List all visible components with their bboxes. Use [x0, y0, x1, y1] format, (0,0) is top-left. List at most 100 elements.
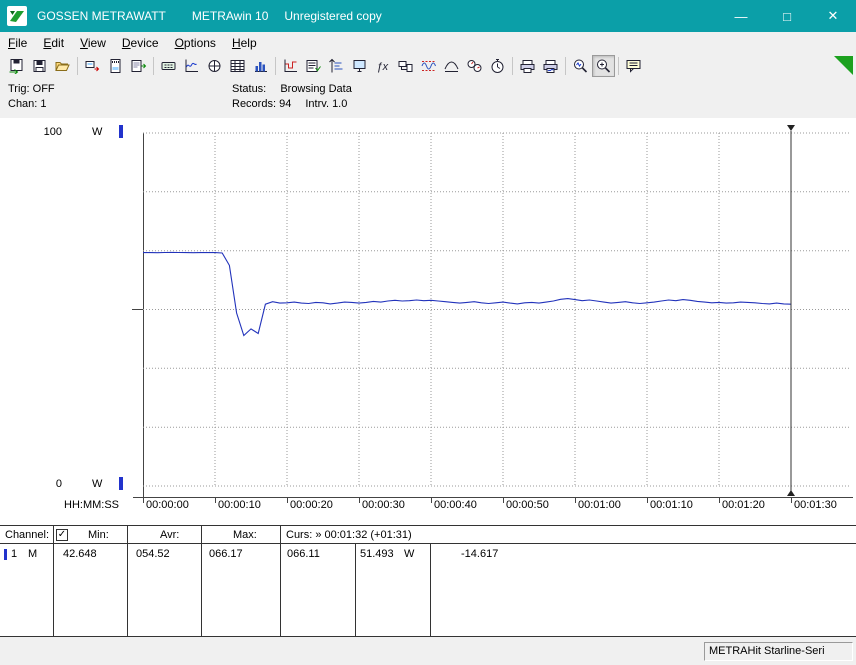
row-avr-value: 054.52 — [136, 548, 170, 560]
records-count: Records: 94 — [232, 98, 292, 110]
print-chart-button[interactable] — [539, 55, 562, 77]
comment-note-button[interactable] — [622, 55, 645, 77]
x-axis-tick — [143, 497, 144, 503]
maximize-icon: □ — [783, 8, 791, 24]
x-tick-label: 00:01:00 — [578, 499, 621, 511]
waveform-limits-button[interactable] — [417, 55, 440, 77]
x-axis-tick — [503, 497, 504, 503]
trigger-status: Trig: OFF — [8, 83, 55, 95]
channel-status: Chan: 1 — [8, 98, 47, 110]
save-icon — [33, 60, 46, 72]
row-max-value: 066.17 — [209, 548, 243, 560]
statusbar: METRAHit Starline-Seri — [0, 638, 856, 665]
print-icon — [520, 60, 535, 73]
scale-settings-button[interactable] — [325, 55, 348, 77]
formula-function-button[interactable]: ƒx — [371, 55, 394, 77]
menu-view[interactable]: View — [72, 34, 114, 52]
analog-meter-icon — [208, 60, 221, 72]
pc-transfer-button[interactable] — [394, 55, 417, 77]
window-controls: — □ ✕ — [718, 0, 856, 32]
memory-card-button[interactable] — [104, 55, 127, 77]
stopwatch-interval-button[interactable] — [486, 55, 509, 77]
x-axis-tick — [575, 497, 576, 503]
x-tick-label: 00:01:20 — [722, 499, 765, 511]
data-table-button[interactable] — [226, 55, 249, 77]
toolbar-separator — [615, 56, 622, 76]
monitor-view-button[interactable] — [348, 55, 371, 77]
data-table-icon — [230, 60, 245, 72]
x-tick-label: 00:00:10 — [218, 499, 261, 511]
title-license-note: Unregistered copy — [284, 9, 382, 23]
x-axis-tick — [647, 497, 648, 503]
envelope-curve-button[interactable] — [440, 55, 463, 77]
x-axis-tick — [431, 497, 432, 503]
header-avr: Avr: — [160, 529, 180, 541]
status-label: Status: — [232, 83, 267, 95]
scale-settings-icon — [329, 58, 343, 73]
menu-edit[interactable]: Edit — [35, 34, 72, 52]
table-header-divider — [0, 543, 856, 544]
y-axis-unit-top: W — [92, 126, 103, 138]
histogram-button[interactable] — [249, 55, 272, 77]
open-measurement-file-icon — [9, 59, 23, 74]
row-cursor2-value: 51.493 — [360, 548, 394, 560]
read-device-button[interactable] — [81, 55, 104, 77]
menu-help[interactable]: Help — [224, 34, 265, 52]
print-button[interactable] — [516, 55, 539, 77]
toolbar-separator — [272, 56, 279, 76]
maximize-button[interactable]: □ — [764, 0, 810, 32]
header-cursor: Curs: » 00:01:32 (+01:31) — [286, 529, 412, 541]
title-brand: GOSSEN METRAWATT — [37, 9, 166, 23]
zoom-mode-button[interactable] — [592, 55, 615, 77]
cursor-stats-table: Channel: ✓ Min: Avr: Max: Curs: » 00:01:… — [0, 525, 856, 637]
checkmark-icon: ✓ — [57, 529, 67, 540]
row-min-value: 42.648 — [63, 548, 97, 560]
energy-meter-button[interactable] — [463, 55, 486, 77]
toolbar-separator — [509, 56, 516, 76]
open-folder-button[interactable] — [51, 55, 74, 77]
export-data-button[interactable] — [127, 55, 150, 77]
chart-panel: 100 W 0 W HH:MM:SS 00:00:00 00:00:10 00:00… — [0, 118, 856, 525]
device-type-text: METRAHit Starline-Seri — [709, 645, 825, 657]
x-tick-label: 00:00:50 — [506, 499, 549, 511]
memory-card-icon — [110, 59, 121, 73]
titlebar[interactable]: GOSSEN METRAWATT METRAwin 10 Unregistere… — [0, 0, 856, 32]
chart-yt-icon — [185, 59, 198, 72]
menu-device[interactable]: Device — [114, 34, 167, 52]
row-unit: W — [404, 548, 415, 560]
x-tick-label: 00:00:00 — [146, 499, 189, 511]
toolbar: ƒx — [0, 53, 856, 79]
save-button[interactable] — [28, 55, 51, 77]
x-axis-tick — [287, 497, 288, 503]
open-measurement-file-button[interactable] — [5, 55, 28, 77]
toolbar-separator — [150, 56, 157, 76]
x-axis-tick — [215, 497, 216, 503]
row-cursor1-value: 066.11 — [287, 548, 320, 560]
comment-note-icon — [626, 60, 641, 73]
menu-file[interactable]: File — [0, 34, 35, 52]
digital-display-button[interactable] — [157, 55, 180, 77]
channel-marker-bottom — [119, 477, 123, 490]
zoom-time-button[interactable] — [569, 55, 592, 77]
y-axis-unit-bottom: W — [92, 478, 103, 490]
pc-transfer-icon — [398, 61, 413, 72]
y-axis-max-label: 100 — [43, 126, 62, 138]
energy-meter-icon — [467, 60, 482, 72]
metrawin-window: { "window": { "brand": "GOSSEN METRAWATT… — [0, 0, 856, 665]
chart-plot[interactable] — [143, 125, 850, 496]
x-axis-tick — [719, 497, 720, 503]
envelope-curve-icon — [444, 61, 459, 72]
channel-visible-checkbox[interactable]: ✓ — [56, 529, 68, 541]
channel-marker-top — [119, 125, 123, 138]
multichannel-chart-button[interactable] — [279, 55, 302, 77]
header-max: Max: — [233, 529, 257, 541]
channel-settings-button[interactable] — [302, 55, 325, 77]
analog-meter-button[interactable] — [203, 55, 226, 77]
chart-yt-button[interactable] — [180, 55, 203, 77]
connection-status-triangle — [834, 56, 853, 75]
minimize-button[interactable]: — — [718, 0, 764, 32]
row-channel-mode: M — [28, 548, 38, 560]
menu-options[interactable]: Options — [167, 34, 224, 52]
multichannel-chart-icon — [284, 59, 297, 72]
close-button[interactable]: ✕ — [810, 0, 856, 32]
